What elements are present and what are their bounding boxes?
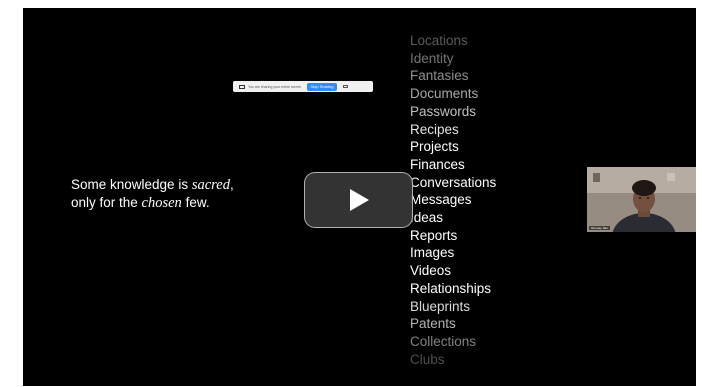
word-list-item: Images	[410, 245, 455, 261]
webcam-person-image	[587, 167, 696, 232]
word-list-item: Recipes	[410, 121, 459, 137]
tagline: Some knowledge is sacred, only for the c…	[71, 176, 234, 212]
word-list-item: Blueprints	[410, 298, 471, 314]
tagline-emphasis-chosen: chosen	[141, 195, 182, 211]
webcam-name-label: Tanmay Jain	[589, 226, 610, 230]
video-player[interactable]: You are sharing your entire screen Stop …	[23, 8, 696, 386]
screen-share-icon	[239, 84, 245, 89]
share-options-icon[interactable]	[342, 85, 348, 88]
word-list-item: Videos	[410, 263, 452, 279]
scrolling-word-list: Locations Identity Fantasies Documents Passw…	[410, 32, 496, 368]
word-list-item: Locations	[410, 33, 468, 48]
word-list-item: Projects	[410, 139, 459, 155]
word-list-item: Collections	[410, 333, 477, 349]
word-list-item: Ideas	[410, 210, 444, 226]
word-list-item: Relationships	[410, 280, 492, 296]
play-icon	[349, 189, 369, 211]
play-button[interactable]	[304, 172, 413, 228]
word-list-item: Clubs	[410, 351, 445, 367]
word-list-item: Conversations	[410, 174, 497, 190]
word-list-item: Reports	[410, 227, 458, 243]
tagline-emphasis-sacred: sacred	[191, 177, 230, 193]
stop-sharing-button[interactable]: Stop Sharing	[307, 82, 337, 91]
screen-share-bar: You are sharing your entire screen Stop …	[233, 81, 373, 92]
word-list-item: Finances	[410, 156, 465, 172]
word-list-item: Fantasies	[410, 68, 469, 84]
screen-share-message: You are sharing your entire screen	[248, 84, 302, 89]
webcam-thumbnail: Tanmay Jain	[587, 167, 696, 232]
tagline-line-1: Some knowledge is sacred,	[71, 177, 234, 193]
word-list-item: Documents	[410, 86, 479, 102]
tagline-line-2: only for the chosen few.	[71, 195, 210, 211]
word-list-item: Passwords	[410, 103, 477, 119]
word-list-item: Identity	[410, 50, 454, 66]
word-list-item: Patents	[410, 316, 456, 332]
word-list-item: Messages	[410, 192, 472, 208]
